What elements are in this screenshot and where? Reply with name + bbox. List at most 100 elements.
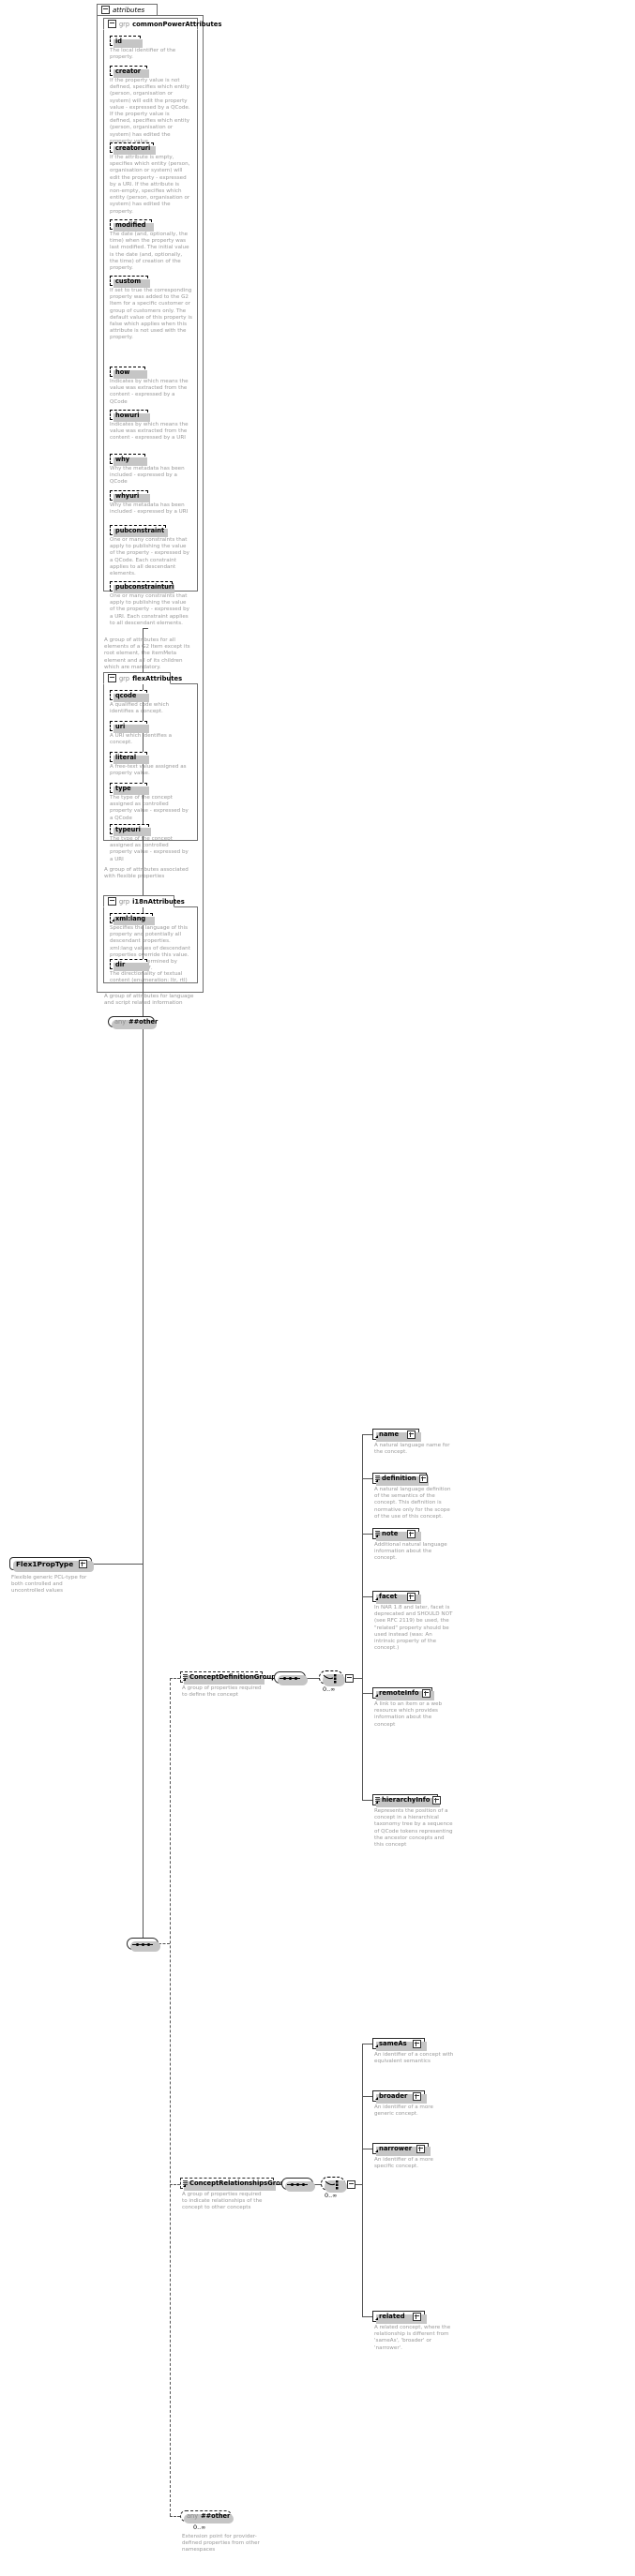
group-header-commonPowerAttributes[interactable]: grp commonPowerAttributes xyxy=(103,18,221,30)
attribute-why[interactable]: why xyxy=(110,454,147,466)
sequence-lines-icon xyxy=(374,1475,380,1480)
attribute-desc-how: Indicates by which means the value was e… xyxy=(110,379,189,405)
attribute-uri[interactable]: uri xyxy=(110,721,149,733)
expand-icon-crg[interactable] xyxy=(347,2180,355,2189)
element-desc-ConceptDefinitionGroup: A group of properties required to define… xyxy=(182,1685,262,1699)
attribute-pubconstraint[interactable]: pubconstraint xyxy=(110,525,168,537)
attribute-type[interactable]: type xyxy=(110,783,149,795)
sequence-symbol-cdg[interactable] xyxy=(274,1671,308,1685)
group-keyword: grp xyxy=(119,674,130,682)
wire xyxy=(143,628,144,1564)
expand-icon[interactable] xyxy=(416,2144,425,2153)
attributes-tab[interactable]: attributes xyxy=(97,4,158,16)
any-keyword: any xyxy=(114,1018,127,1026)
element-desc-broader: An identifier of a more generic concept. xyxy=(374,2104,433,2118)
attribute-xml-lang[interactable]: xml:lang xyxy=(110,913,155,925)
attribute-label: xml:lang xyxy=(115,914,146,922)
attribute-desc-dir: The directionality of textual content (e… xyxy=(110,971,188,984)
choice-symbol-crg[interactable] xyxy=(321,2177,347,2193)
any-other-attributes[interactable]: any ##other xyxy=(108,1016,158,1029)
attribute-label: typeuri xyxy=(115,825,141,833)
attribute-custom[interactable]: custom xyxy=(110,276,150,288)
element-definition[interactable]: definition xyxy=(372,1473,429,1486)
collapse-icon[interactable] xyxy=(101,6,110,14)
attribute-label: pubconstrainturi xyxy=(115,582,174,591)
sequence-symbol[interactable] xyxy=(127,1938,160,1952)
required-arrow-icon xyxy=(374,1801,378,1804)
attribute-howuri[interactable]: howuri xyxy=(110,410,150,422)
attribute-literal[interactable]: literal xyxy=(110,752,149,764)
element-sameAs[interactable]: sameAs xyxy=(372,2038,427,2051)
element-note[interactable]: note xyxy=(372,1528,421,1541)
expand-icon[interactable] xyxy=(421,1688,431,1698)
attribute-creatoruri[interactable]: creatoruri xyxy=(110,142,156,155)
required-arrow-icon xyxy=(374,2149,378,2152)
attribute-dir[interactable]: dir xyxy=(110,959,149,971)
attribute-id[interactable]: id xyxy=(110,36,143,48)
element-ConceptDefinitionGroup[interactable]: ConceptDefinitionGroup xyxy=(180,1671,276,1685)
wire xyxy=(362,1478,372,1479)
attribute-desc-pubconstrainturi: One or many constraints that apply to pu… xyxy=(110,593,189,626)
element-label: sameAs xyxy=(379,2040,407,2047)
expand-icon-cdg[interactable] xyxy=(345,1674,354,1683)
attribute-qcode[interactable]: qcode xyxy=(110,690,149,702)
element-broader[interactable]: broader xyxy=(372,2090,427,2104)
attribute-label: why xyxy=(115,455,130,463)
element-facet[interactable]: facet xyxy=(372,1591,421,1604)
attribute-label: pubconstraint xyxy=(115,526,165,534)
expand-icon[interactable] xyxy=(413,2039,421,2048)
type-box-Flex1PropType[interactable]: Flex1PropType xyxy=(9,1557,94,1572)
attribute-label: custom xyxy=(115,277,142,285)
attribute-modified[interactable]: modified xyxy=(110,219,154,232)
attribute-whyuri[interactable]: whyuri xyxy=(110,490,150,502)
collapse-icon[interactable] xyxy=(79,1559,87,1568)
expand-icon[interactable] xyxy=(407,1529,416,1538)
sequence-lines-icon xyxy=(374,1530,380,1535)
collapse-icon[interactable] xyxy=(108,674,116,682)
sequence-lines-icon xyxy=(182,1673,188,1679)
sequence-symbol-crg[interactable] xyxy=(281,2178,315,2192)
expand-icon[interactable] xyxy=(418,1474,428,1483)
choice-glyph-icon xyxy=(323,1674,337,1684)
any-keyword: any xyxy=(187,2512,199,2520)
element-related[interactable]: related xyxy=(372,2311,427,2324)
attribute-label: uri xyxy=(115,722,126,730)
element-hierarchyInfo[interactable]: hierarchyInfo xyxy=(372,1794,442,1807)
attributes-tab-label: attributes xyxy=(113,6,145,14)
required-arrow-icon xyxy=(374,1694,378,1697)
group-name: commonPowerAttributes xyxy=(132,20,222,28)
element-remoteInfo[interactable]: remoteInfo xyxy=(372,1687,434,1700)
group-header-i18nAttributes[interactable]: grp i18nAttributes xyxy=(103,895,185,907)
element-ConceptRelationshipsGroup[interactable]: ConceptRelationshipsGroup xyxy=(180,2178,290,2191)
element-narrower[interactable]: narrower xyxy=(372,2143,431,2156)
choice-symbol-cdg[interactable] xyxy=(319,1670,345,1686)
expand-icon[interactable] xyxy=(432,1795,442,1805)
cardinality-crg: 0..∞ xyxy=(325,2192,338,2199)
group-header-flexAttributes[interactable]: grp flexAttributes xyxy=(103,672,182,684)
expand-icon[interactable] xyxy=(413,2091,421,2101)
collapse-icon[interactable] xyxy=(108,897,116,906)
element-label: remoteInfo xyxy=(379,1689,419,1697)
element-name[interactable]: name xyxy=(372,1429,421,1442)
attribute-desc-why: Why the metadata has been included - exp… xyxy=(110,466,185,486)
collapse-icon[interactable] xyxy=(108,20,116,28)
attribute-desc-howuri: Indicates by which means the value was e… xyxy=(110,422,189,442)
wire xyxy=(362,1534,372,1535)
element-desc-name: A natural language name for the concept. xyxy=(374,1443,450,1456)
element-label: ConceptRelationshipsGroup xyxy=(189,2179,290,2187)
attribute-creator[interactable]: creator xyxy=(110,66,149,78)
attribute-label: howuri xyxy=(115,411,140,419)
any-other-bottom[interactable]: any ##other xyxy=(180,2510,234,2524)
element-desc-sameAs: An identifier of a concept with equivale… xyxy=(374,2052,454,2065)
attribute-how[interactable]: how xyxy=(110,367,147,379)
required-arrow-icon xyxy=(374,1597,378,1600)
attribute-typeuri[interactable]: typeuri xyxy=(110,824,151,836)
expand-icon[interactable] xyxy=(407,1430,416,1439)
expand-icon[interactable] xyxy=(407,1592,416,1601)
expand-icon[interactable] xyxy=(413,2312,421,2321)
required-arrow-icon xyxy=(374,2044,378,2047)
required-arrow-icon xyxy=(374,1479,378,1482)
wire xyxy=(92,1564,144,1565)
attribute-label: creatoruri xyxy=(115,143,151,152)
attribute-pubconstrainturi[interactable]: pubconstrainturi xyxy=(110,581,174,593)
